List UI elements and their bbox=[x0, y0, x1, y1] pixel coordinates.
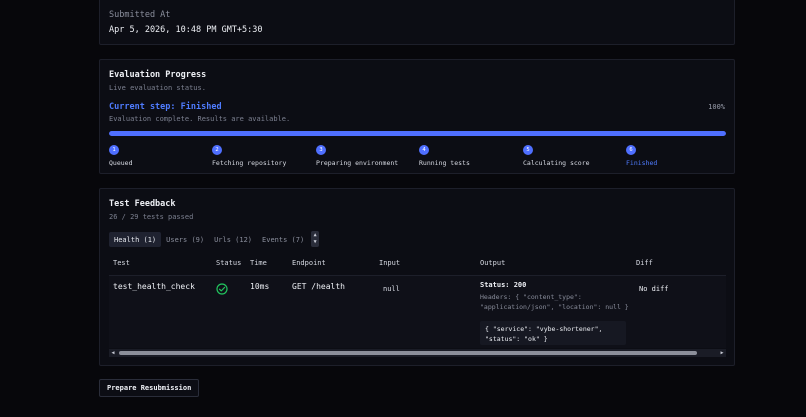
output-body: { "service": "vybe-shortener", "status":… bbox=[480, 321, 626, 345]
stage-number: 3 bbox=[316, 145, 326, 155]
stage-label: Preparing environment bbox=[316, 159, 399, 167]
submitted-label: Submitted At bbox=[109, 10, 171, 20]
feedback-title: Test Feedback bbox=[109, 199, 176, 209]
stage-number: 5 bbox=[523, 145, 533, 155]
column-header-input: Input bbox=[379, 259, 401, 267]
submitted-value: Apr 5, 2026, 10:48 PM GMT+5:30 bbox=[109, 25, 263, 35]
stage-label: Finished bbox=[626, 159, 658, 167]
tab-urls[interactable]: Urls (12) bbox=[209, 232, 257, 247]
column-header-output: Output bbox=[480, 259, 506, 267]
stage-preparing-environment: 3 Preparing environment bbox=[316, 145, 398, 167]
chevron-right-icon[interactable]: ▶ bbox=[718, 349, 726, 357]
feedback-summary: 26 / 29 tests passed bbox=[109, 213, 194, 221]
stage-number: 6 bbox=[626, 145, 636, 155]
test-time: 10ms bbox=[250, 282, 270, 291]
progress-subtitle: Live evaluation status. bbox=[109, 84, 206, 92]
stage-calculating-score: 5 Calculating score bbox=[523, 145, 590, 167]
current-step: Current step: Finished bbox=[109, 102, 222, 112]
stage-label: Running tests bbox=[419, 159, 470, 167]
tabs-scrollbar[interactable]: ▲ ▼ bbox=[311, 231, 320, 247]
test-diff: No diff bbox=[639, 285, 669, 293]
table-header: Test Status Time Endpoint Input Output D… bbox=[109, 259, 726, 275]
column-header-test: Test bbox=[113, 259, 130, 267]
stage-finished: 6 Finished bbox=[626, 145, 657, 167]
progress-percent: 100% bbox=[708, 103, 725, 111]
output-status: Status: 200 bbox=[480, 281, 527, 289]
test-group-tabs: Health (1) Users (9) Urls (12) Events (7… bbox=[109, 231, 320, 247]
stage-fetching-repository: 2 Fetching repository bbox=[212, 145, 286, 167]
column-header-status: Status bbox=[216, 259, 242, 267]
stage-number: 4 bbox=[419, 145, 429, 155]
stage-label: Calculating score bbox=[523, 159, 590, 167]
chevron-down-icon[interactable]: ▼ bbox=[314, 239, 317, 246]
progress-title: Evaluation Progress bbox=[109, 70, 207, 80]
tab-health[interactable]: Health (1) bbox=[109, 231, 162, 247]
stage-label: Fetching repository bbox=[212, 159, 287, 167]
stage-queued: 1 Queued bbox=[109, 145, 132, 167]
evaluation-progress-card: Evaluation Progress Live evaluation stat… bbox=[99, 59, 735, 174]
table-horizontal-scrollbar[interactable]: ◀ ▶ bbox=[109, 349, 726, 357]
stage-number: 2 bbox=[212, 145, 222, 155]
column-header-time: Time bbox=[250, 259, 267, 267]
scrollbar-thumb[interactable] bbox=[119, 351, 697, 355]
submitted-card: Submitted At Apr 5, 2026, 10:48 PM GMT+5… bbox=[99, 0, 735, 45]
test-endpoint: GET /health bbox=[292, 282, 345, 291]
stage-label: Queued bbox=[109, 159, 133, 167]
table-row: test_health_check 10ms GET /health null … bbox=[109, 275, 726, 348]
stage-number: 1 bbox=[109, 145, 119, 155]
column-header-endpoint: Endpoint bbox=[292, 259, 326, 267]
prepare-resubmission-button[interactable]: Prepare Resubmission bbox=[99, 379, 200, 397]
chevron-up-icon[interactable]: ▲ bbox=[314, 232, 317, 239]
stage-running-tests: 4 Running tests bbox=[419, 145, 470, 167]
tab-users[interactable]: Users (9) bbox=[161, 232, 209, 247]
column-header-diff: Diff bbox=[636, 259, 653, 267]
chevron-left-icon[interactable]: ◀ bbox=[109, 349, 117, 357]
progress-bar bbox=[109, 131, 726, 136]
tab-events[interactable]: Events (7) bbox=[257, 232, 309, 247]
test-name: test_health_check bbox=[113, 282, 195, 291]
progress-bar-fill bbox=[109, 131, 726, 136]
output-headers: Headers: { "content_type": "application/… bbox=[480, 293, 629, 311]
test-feedback-card: Test Feedback 26 / 29 tests passed Healt… bbox=[99, 188, 735, 366]
test-input: null bbox=[383, 285, 400, 293]
progress-message: Evaluation complete. Results are availab… bbox=[109, 115, 291, 123]
check-circle-icon bbox=[216, 280, 228, 299]
